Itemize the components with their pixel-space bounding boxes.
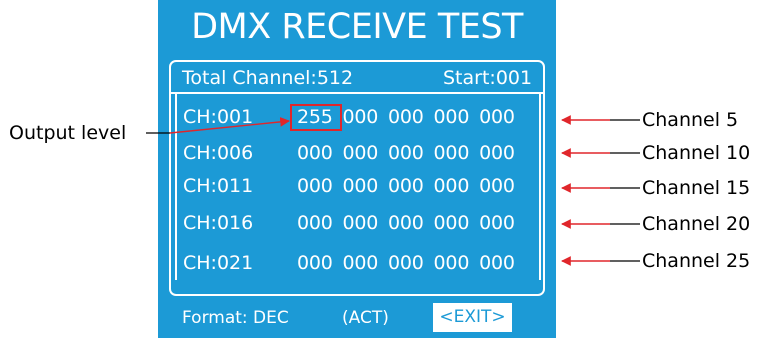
output-level-arrow <box>146 117 290 134</box>
annotation-arrows <box>146 115 640 266</box>
